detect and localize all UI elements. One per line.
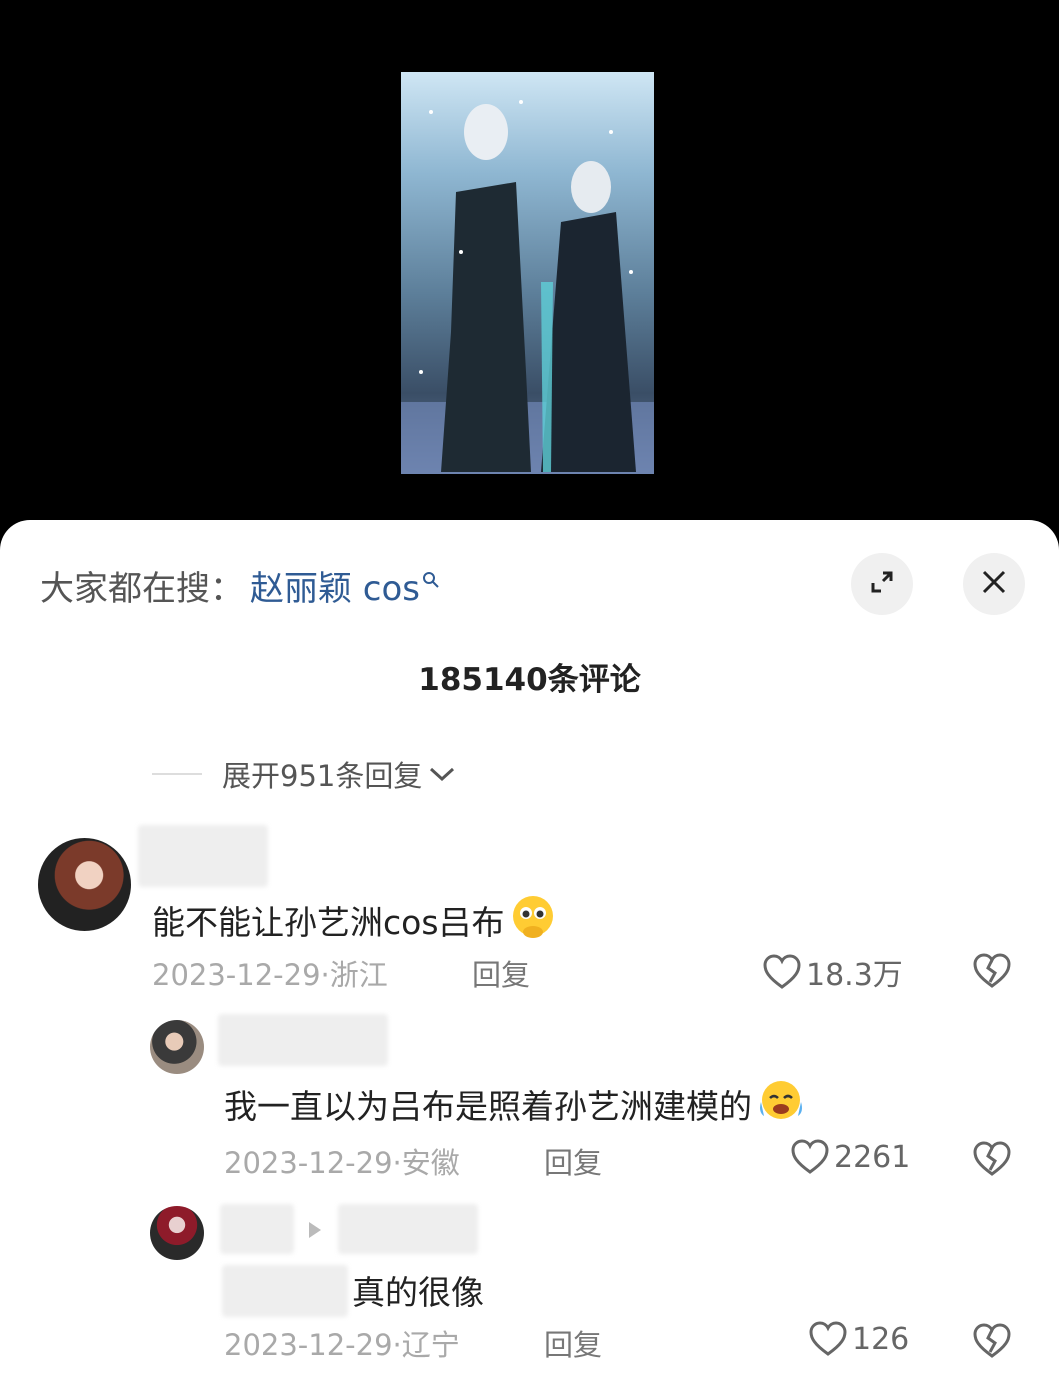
dislike-button[interactable] — [972, 1140, 1012, 1182]
comment-text-content: 真的很像 — [352, 1273, 484, 1312]
crying-face-emoji — [756, 1078, 806, 1130]
comment-meta: 2023-12-29·浙江 — [152, 952, 388, 994]
comments-sheet: 大家都在搜： 赵丽颖 cos 185140条评论 展开951条回复 能不能让孙艺… — [0, 520, 1059, 1379]
trending-search[interactable]: 大家都在搜： 赵丽颖 cos — [40, 560, 440, 610]
reply-button[interactable]: 回复 — [544, 1322, 602, 1364]
like-count: 18.3万 — [806, 958, 903, 993]
like-count: 2261 — [834, 1139, 911, 1175]
divider — [152, 773, 202, 775]
comment-meta: 2023-12-29·安徽 — [224, 1140, 460, 1182]
comment-text: 我一直以为吕布是照着孙艺洲建模的 — [224, 1078, 806, 1130]
comment-text-content: 我一直以为吕布是照着孙艺洲建模的 — [224, 1087, 752, 1126]
expand-button[interactable] — [851, 553, 913, 615]
mention-redacted — [222, 1265, 348, 1317]
broken-heart-icon — [973, 1141, 1011, 1176]
meta-separator: · — [320, 958, 330, 992]
comment-date: 2023-12-29 — [224, 1328, 393, 1362]
pleading-face-emoji — [509, 892, 557, 948]
comment-location: 辽宁 — [401, 1328, 460, 1362]
like-button[interactable]: 2261 — [790, 1138, 910, 1176]
dislike-button[interactable] — [972, 1322, 1012, 1364]
comment-location: 安徽 — [401, 1146, 460, 1180]
broken-heart-icon — [973, 953, 1011, 988]
comment-date: 2023-12-29 — [152, 958, 321, 992]
like-button[interactable]: 126 — [808, 1320, 909, 1358]
like-count: 126 — [852, 1321, 910, 1357]
reply-arrow-icon — [306, 1220, 324, 1244]
meta-separator: · — [392, 1146, 402, 1180]
avatar[interactable] — [150, 1020, 204, 1074]
username-redacted — [218, 1014, 388, 1066]
comment-text: 真的很像 — [352, 1266, 484, 1314]
expand-replies-label: 展开951条回复 — [222, 759, 423, 793]
chevron-down-icon — [428, 757, 456, 791]
trending-search-prefix: 大家都在搜： — [40, 568, 244, 609]
video-thumbnail-art — [401, 100, 654, 474]
comment-date: 2023-12-29 — [224, 1146, 393, 1180]
comment-location: 浙江 — [329, 958, 388, 992]
close-icon — [980, 568, 1008, 600]
avatar[interactable] — [150, 1206, 204, 1260]
comment-text-content: 能不能让孙艺洲cos吕布 — [152, 903, 505, 942]
username-redacted — [220, 1204, 294, 1254]
like-button[interactable]: 18.3万 — [762, 950, 903, 994]
reply-target-redacted — [338, 1204, 478, 1254]
trending-search-term[interactable]: 赵丽颖 cos — [250, 561, 420, 610]
heart-icon — [809, 1321, 847, 1356]
reply-button[interactable]: 回复 — [544, 1140, 602, 1182]
video-area[interactable] — [0, 0, 1059, 540]
expand-replies-button[interactable]: 展开951条回复 — [152, 753, 456, 795]
comment-meta: 2023-12-29·辽宁 — [224, 1322, 460, 1364]
heart-icon — [791, 1139, 829, 1174]
video-thumbnail[interactable] — [401, 72, 654, 474]
expand-icon — [867, 567, 897, 601]
search-icon[interactable] — [422, 558, 440, 598]
meta-separator: · — [392, 1328, 402, 1362]
comment-count: 185140条评论 — [418, 662, 641, 698]
comment-text: 能不能让孙艺洲cos吕布 — [152, 892, 557, 948]
reply-button[interactable]: 回复 — [472, 952, 530, 994]
avatar[interactable] — [38, 838, 131, 931]
heart-icon — [763, 954, 801, 989]
username-redacted — [138, 825, 268, 887]
broken-heart-icon — [973, 1323, 1011, 1358]
dislike-button[interactable] — [972, 952, 1012, 994]
close-button[interactable] — [963, 553, 1025, 615]
